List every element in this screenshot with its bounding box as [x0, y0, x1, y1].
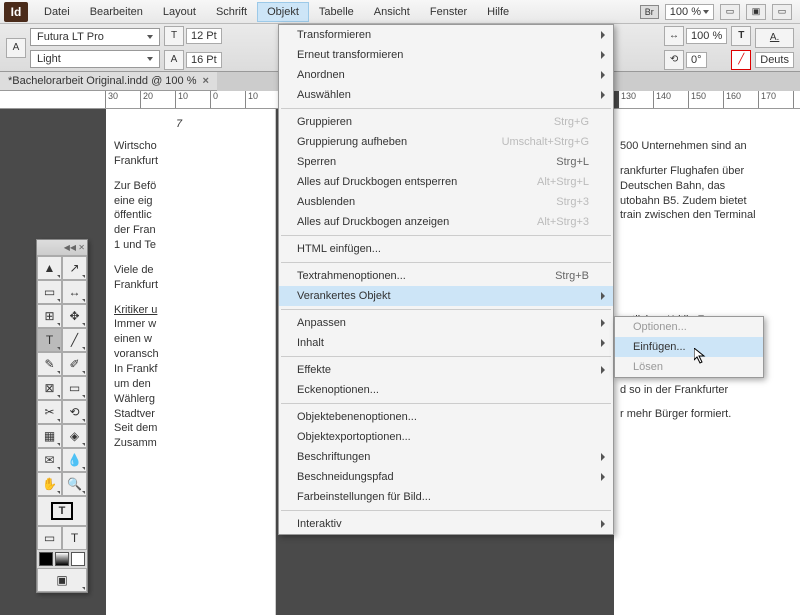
menu-ansicht[interactable]: Ansicht: [364, 2, 420, 22]
menu-item-gruppieren: GruppierenStrg+G: [279, 112, 613, 132]
view-options-icon[interactable]: ▭: [720, 4, 740, 20]
submenu-item-einf-gen-[interactable]: Einfügen...: [615, 337, 763, 357]
menu-item-verankertes-objekt[interactable]: Verankertes Objekt: [279, 286, 613, 306]
menu-item-farbeinstellungen-f-r-bild-: Farbeinstellungen für Bild...: [279, 487, 613, 507]
pen-icon[interactable]: ✎: [37, 352, 62, 376]
pencil-icon[interactable]: ✐: [62, 352, 87, 376]
apply-color-icon[interactable]: [39, 552, 53, 566]
leading-field[interactable]: 16 Pt: [186, 52, 222, 68]
menu-hilfe[interactable]: Hilfe: [477, 2, 519, 22]
verankertes-objekt-submenu: Optionen...Einfügen...Lösen: [614, 316, 764, 378]
menu-item-inhalt[interactable]: Inhalt: [279, 333, 613, 353]
menu-item-effekte[interactable]: Effekte: [279, 360, 613, 380]
char-format-icon[interactable]: A: [6, 38, 26, 58]
document-tab[interactable]: *Bachelorarbeit Original.indd @ 100 %×: [0, 72, 217, 91]
menu-item-objektexportoptionen-[interactable]: Objektexportoptionen...: [279, 427, 613, 447]
menu-objekt[interactable]: Objekt: [257, 2, 309, 22]
panel-header[interactable]: ◀◀ ✕: [37, 240, 87, 256]
direct-selection-icon[interactable]: ↗: [62, 256, 87, 280]
close-tab-icon[interactable]: ×: [203, 75, 209, 87]
screen-mode-icon[interactable]: ▣: [746, 4, 766, 20]
transform-icon[interactable]: ⟲: [62, 400, 87, 424]
content-place-icon[interactable]: ✥: [62, 304, 87, 328]
menu-item-textrahmenoptionen-[interactable]: Textrahmenoptionen...Strg+B: [279, 266, 613, 286]
content-icon[interactable]: ⊞: [37, 304, 62, 328]
scissors-icon[interactable]: ✂: [37, 400, 62, 424]
menu-datei[interactable]: Datei: [34, 2, 80, 22]
menu-item-sperren[interactable]: SperrenStrg+L: [279, 152, 613, 172]
menu-item-eckenoptionen-: Eckenoptionen...: [279, 380, 613, 400]
language-field[interactable]: Deuts: [755, 52, 794, 68]
scale-x-icon: ↔: [664, 26, 684, 46]
menu-item-anpassen[interactable]: Anpassen: [279, 313, 613, 333]
gradient-feather-icon[interactable]: ◈: [62, 424, 87, 448]
fill-stroke-icon[interactable]: T: [37, 496, 87, 526]
selection-icon[interactable]: ▲: [37, 256, 62, 280]
view-mode-icon[interactable]: ▣: [37, 568, 87, 592]
menu-tabelle[interactable]: Tabelle: [309, 2, 364, 22]
menu-item-alles-auf-druckbogen-anzeigen: Alles auf Druckbogen anzeigenAlt+Strg+3: [279, 212, 613, 232]
leading-icon: A: [164, 50, 184, 70]
menu-fenster[interactable]: Fenster: [420, 2, 477, 22]
format-container-icon[interactable]: T: [62, 526, 87, 550]
line-icon[interactable]: ╱: [62, 328, 87, 352]
menu-item-beschriftungen[interactable]: Beschriftungen: [279, 447, 613, 467]
menubar: Id DateiBearbeitenLayoutSchriftObjektTab…: [0, 0, 800, 24]
menu-item-objektebenenoptionen-: Objektebenenoptionen...: [279, 407, 613, 427]
menu-item-interaktiv[interactable]: Interaktiv: [279, 514, 613, 534]
font-size-field[interactable]: 12 Pt: [186, 28, 222, 44]
apply-none-icon[interactable]: [71, 552, 85, 566]
font-style-select[interactable]: Light: [30, 50, 160, 68]
objekt-menu-dropdown: TransformierenErneut transformierenAnord…: [278, 24, 614, 535]
apply-gradient-icon[interactable]: [55, 552, 69, 566]
type-icon[interactable]: T: [37, 328, 62, 352]
scale-x-field[interactable]: 100 %: [686, 28, 727, 44]
stroke-icon[interactable]: ╱: [731, 50, 751, 70]
menu-item-alles-auf-druckbogen-entsperren: Alles auf Druckbogen entsperrenAlt+Strg+…: [279, 172, 613, 192]
arrange-icon[interactable]: ▭: [772, 4, 792, 20]
submenu-item-l-sen: Lösen: [615, 357, 763, 377]
bridge-icon[interactable]: Br: [640, 5, 659, 19]
menu-item-ausblenden: AusblendenStrg+3: [279, 192, 613, 212]
rotate-icon: ⟲: [664, 50, 684, 70]
page-icon[interactable]: ▭: [37, 280, 62, 304]
menu-bearbeiten[interactable]: Bearbeiten: [80, 2, 153, 22]
menu-item-beschneidungspfad[interactable]: Beschneidungspfad: [279, 467, 613, 487]
menu-item-ausw-hlen[interactable]: Auswählen: [279, 85, 613, 105]
gap-icon[interactable]: ↔: [62, 280, 87, 304]
para-format-icon[interactable]: A.: [755, 28, 794, 48]
submenu-item-optionen-: Optionen...: [615, 317, 763, 337]
document-page-left[interactable]: 7 WirtschoFrankfurt Zur Beföeine eigöffe…: [106, 109, 276, 615]
zoom-icon[interactable]: 🔍: [62, 472, 87, 496]
menu-layout[interactable]: Layout: [153, 2, 206, 22]
font-family-select[interactable]: Futura LT Pro: [30, 28, 160, 46]
rect-icon[interactable]: ▭: [62, 376, 87, 400]
rect-frame-icon[interactable]: ⊠: [37, 376, 62, 400]
menu-item-anordnen[interactable]: Anordnen: [279, 65, 613, 85]
rotate-field[interactable]: 0°: [686, 52, 707, 68]
menu-item-erneut-transformieren[interactable]: Erneut transformieren: [279, 45, 613, 65]
menu-item-html-einf-gen-: HTML einfügen...: [279, 239, 613, 259]
app-logo: Id: [4, 2, 28, 22]
hand-icon[interactable]: ✋: [37, 472, 62, 496]
menu-item-transformieren[interactable]: Transformieren: [279, 25, 613, 45]
gradient-swatch-icon[interactable]: ▦: [37, 424, 62, 448]
menu-item-gruppierung-aufheben: Gruppierung aufhebenUmschalt+Strg+G: [279, 132, 613, 152]
page-number: 7: [176, 117, 182, 132]
format-text-icon[interactable]: ▭: [37, 526, 62, 550]
note-icon[interactable]: ✉: [37, 448, 62, 472]
zoom-level[interactable]: 100 %: [665, 4, 714, 20]
eyedropper-icon[interactable]: 💧: [62, 448, 87, 472]
tools-panel: ◀◀ ✕ ▲↗▭↔⊞✥T╱✎✐⊠▭✂⟲▦◈✉💧✋🔍 T ▭T ▣: [36, 239, 88, 593]
font-size-icon: T: [164, 26, 184, 46]
char-color-icon[interactable]: T: [731, 26, 751, 46]
menu-schrift[interactable]: Schrift: [206, 2, 257, 22]
